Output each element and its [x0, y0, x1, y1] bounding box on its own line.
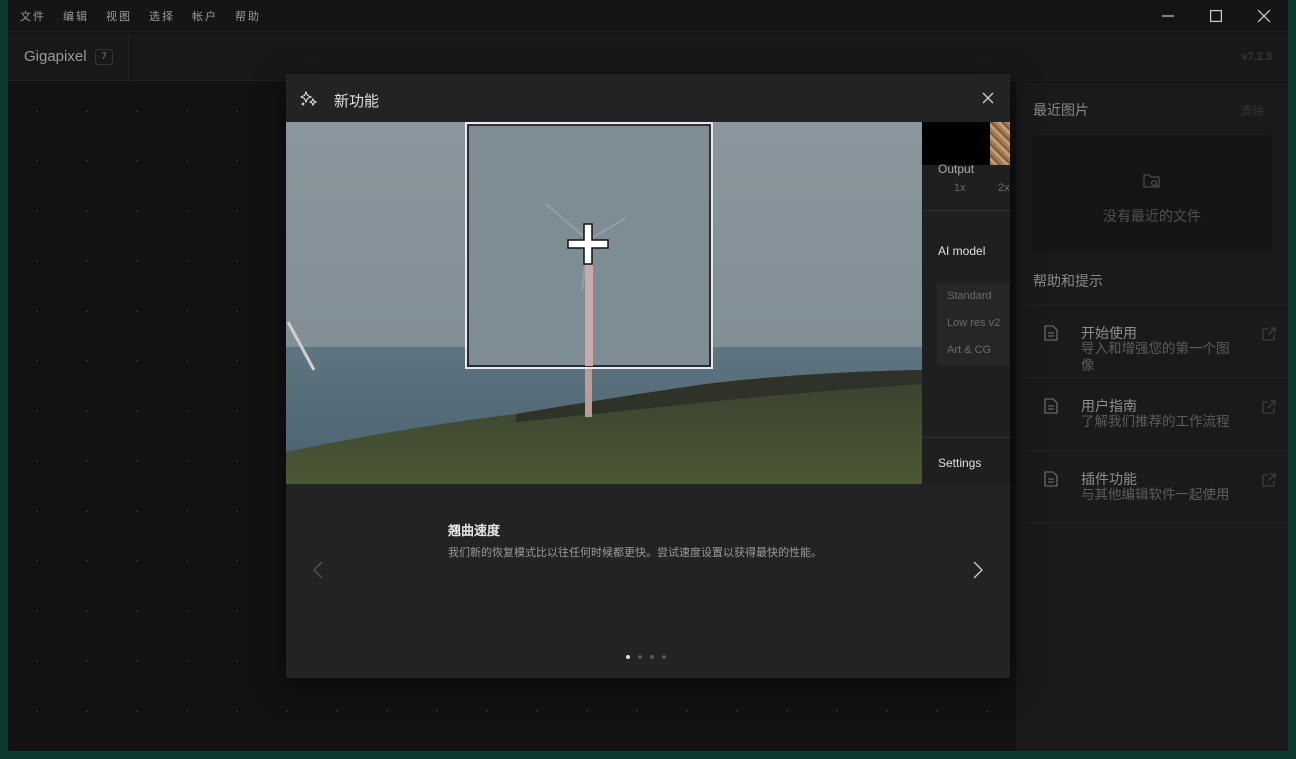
- slide-dot-2[interactable]: [638, 655, 642, 659]
- menu-select[interactable]: 选择: [149, 8, 175, 24]
- feature-description-area: 翘曲速度 我们新的恢复模式比以往任何时候都更快。尝试速度设置以获得最快的性能。: [286, 484, 1010, 678]
- external-link-icon: [1262, 400, 1276, 414]
- feature-preview: Output 1x 2x AI model Standard Low res v…: [286, 122, 1010, 484]
- help-item-plugins[interactable]: 插件功能 与其他编辑软件一起使用: [1024, 450, 1288, 523]
- menubar: 文件 编辑 视图 选择 帐户 帮助: [8, 0, 1288, 32]
- next-slide-button[interactable]: [968, 558, 988, 582]
- external-link-icon: [1262, 473, 1276, 487]
- output-option-1x: 1x: [954, 182, 966, 194]
- recent-empty-text: 没有最近的文件: [1103, 209, 1201, 225]
- maximize-button[interactable]: [1192, 0, 1240, 32]
- menu-items: 文件 编辑 视图 选择 帐户 帮助: [8, 8, 278, 24]
- window-controls: [1144, 0, 1288, 32]
- window-close-button[interactable]: [1240, 0, 1288, 32]
- recent-heading: 最近图片: [1033, 103, 1089, 119]
- external-link-icon: [1262, 327, 1276, 341]
- help-item-title: 开始使用: [1081, 326, 1137, 342]
- dialog-header: 新功能: [286, 74, 1010, 122]
- ai-model-label: AI model: [938, 244, 986, 258]
- feature-description: 我们新的恢复模式比以往任何时候都更快。尝试速度设置以获得最快的性能。: [448, 546, 822, 559]
- help-heading: 帮助和提示: [1033, 274, 1103, 290]
- chevron-right-icon: [973, 561, 983, 579]
- help-item-desc: 了解我们推荐的工作流程: [1081, 414, 1230, 430]
- model-list: Standard Low res v2 Art & CG: [937, 283, 1010, 366]
- right-panel: 最近图片 清除 没有最近的文件 帮助和提示 开始使用 导入和增强您的第一个图像: [1016, 82, 1288, 751]
- dialog-close-button[interactable]: [976, 86, 1000, 110]
- document-icon: [1044, 471, 1058, 487]
- minimize-button[interactable]: [1144, 0, 1192, 32]
- version-label: v7.2.3: [1242, 51, 1272, 63]
- app-name: Gigapixel: [24, 48, 87, 65]
- side-divider: [922, 210, 1010, 211]
- app-window: 文件 编辑 视图 选择 帐户 帮助 Gigapixel 7 v7.2.3 最近图…: [8, 0, 1288, 751]
- clear-button[interactable]: 清除: [1240, 102, 1264, 119]
- settings-label: Settings: [938, 456, 982, 470]
- menu-file[interactable]: 文件: [20, 8, 46, 24]
- help-item-desc: 与其他编辑软件一起使用: [1081, 487, 1230, 503]
- model-art-cg: Art & CG: [947, 344, 992, 356]
- preview-thumbnail: [922, 122, 990, 165]
- sparkles-icon: [300, 91, 318, 107]
- app-badge: 7: [95, 49, 113, 65]
- minimize-icon: [1162, 15, 1174, 17]
- recent-files-box: 没有最近的文件: [1032, 135, 1272, 253]
- close-icon: [1258, 10, 1270, 22]
- dialog-title: 新功能: [334, 92, 380, 110]
- model-low-res-v2: Low res v2: [947, 317, 1001, 329]
- menu-account[interactable]: 帐户: [192, 8, 218, 24]
- feature-preview-image: [286, 122, 922, 484]
- previous-slide-button[interactable]: [308, 558, 328, 582]
- chevron-left-icon: [313, 561, 323, 579]
- document-icon: [1044, 398, 1058, 414]
- output-option-2x: 2x: [998, 182, 1010, 194]
- menu-edit[interactable]: 编辑: [63, 8, 89, 24]
- help-item-user-guide[interactable]: 用户指南 了解我们推荐的工作流程: [1024, 377, 1288, 450]
- slide-dot-1[interactable]: [626, 655, 630, 659]
- folder-search-icon: [1143, 174, 1160, 188]
- maximize-icon: [1210, 10, 1222, 22]
- feature-title: 翘曲速度: [448, 524, 501, 539]
- document-icon: [1044, 325, 1058, 341]
- close-icon: [982, 92, 994, 104]
- preview-sidebar: Output 1x 2x AI model Standard Low res v…: [922, 122, 1010, 484]
- menu-view[interactable]: 视图: [106, 8, 132, 24]
- help-item-getting-started[interactable]: 开始使用 导入和增强您的第一个图像: [1024, 304, 1288, 377]
- title-divider: [128, 33, 129, 81]
- side-divider: [922, 437, 1010, 438]
- help-item-desc: 导入和增强您的第一个图像: [1081, 341, 1230, 374]
- model-standard: Standard: [947, 290, 992, 302]
- slide-dot-3[interactable]: [650, 655, 654, 659]
- preview-thumbnail-image: [990, 122, 1010, 165]
- slide-dot-4[interactable]: [662, 655, 666, 659]
- menu-help[interactable]: 帮助: [235, 8, 261, 24]
- whats-new-dialog: 新功能 Output 1x 2x AI model Standard Low r…: [286, 74, 1010, 678]
- help-item-title: 用户指南: [1081, 399, 1137, 415]
- slide-indicator: [626, 655, 674, 659]
- help-item-title: 插件功能: [1081, 472, 1137, 488]
- output-label: Output: [938, 162, 975, 176]
